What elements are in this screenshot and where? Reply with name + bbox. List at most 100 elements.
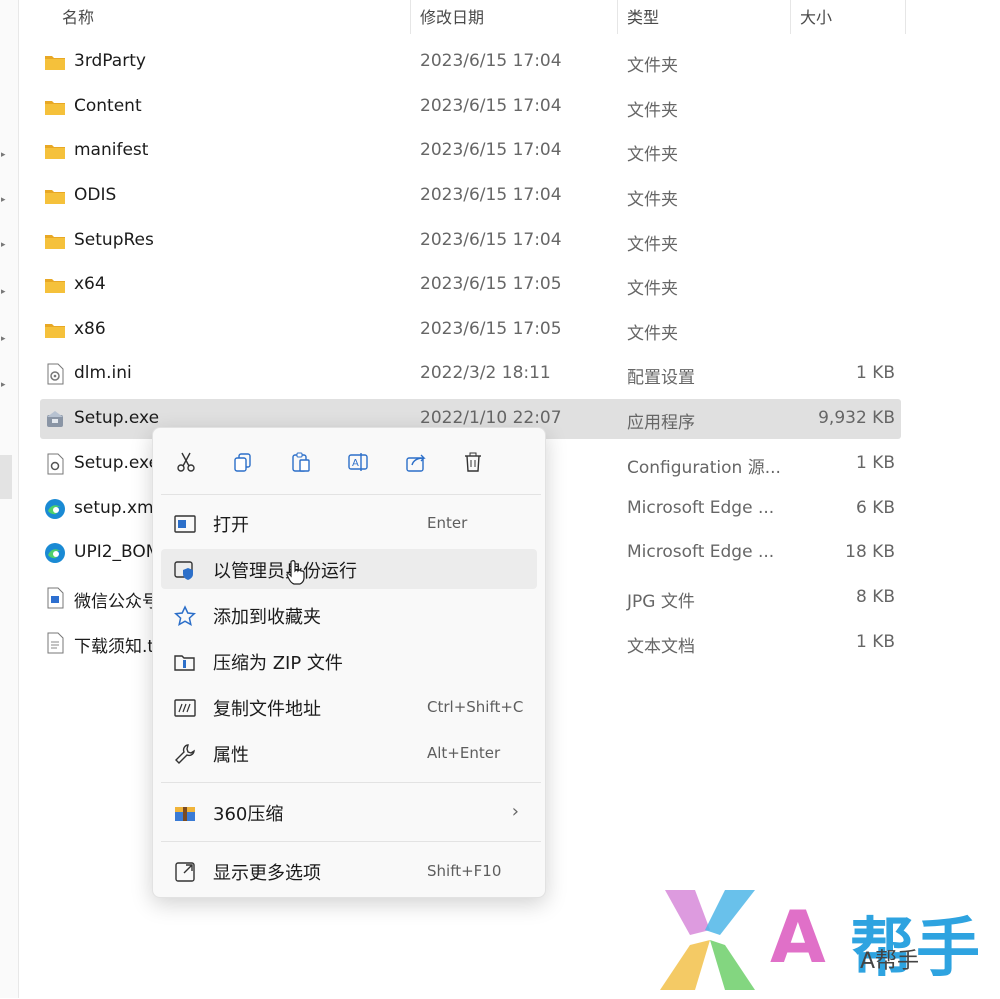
column-size-header[interactable]: 大小 bbox=[800, 4, 832, 32]
menu-item-shortcut: Enter bbox=[427, 514, 468, 532]
file-date: 2023/6/15 17:04 bbox=[420, 140, 562, 160]
menu-item-label: 属性 bbox=[213, 745, 249, 766]
pin-icon[interactable]: ▸ bbox=[1, 195, 11, 205]
column-separator[interactable] bbox=[905, 0, 906, 34]
menu-item-label: 复制文件地址 bbox=[213, 699, 321, 720]
file-name: x86 bbox=[74, 319, 106, 339]
column-header: 名称 修改日期 类型 大小 bbox=[18, 0, 1000, 34]
file-date: 2023/6/15 17:04 bbox=[420, 51, 562, 71]
file-type: 文件夹 bbox=[627, 190, 678, 210]
file-date: 2023/6/15 17:04 bbox=[420, 96, 562, 116]
star-icon bbox=[174, 605, 196, 626]
file-row[interactable]: x86 2023/6/15 17:05 文件夹 bbox=[40, 310, 901, 350]
file-name: dlm.ini bbox=[74, 363, 132, 383]
context-menu: A 打开 Enter 以管理员身份运行 添加到收藏夹 压缩为 ZIP 文件 复制… bbox=[152, 427, 546, 898]
file-type: Microsoft Edge ... bbox=[627, 542, 775, 562]
menu-item-360-compress[interactable]: 360压缩 › bbox=[161, 792, 537, 832]
cut-button[interactable] bbox=[168, 444, 204, 480]
delete-button[interactable] bbox=[455, 444, 491, 480]
file-row[interactable]: SetupRes 2023/6/15 17:04 文件夹 bbox=[40, 221, 901, 261]
file-type: Microsoft Edge ... bbox=[627, 498, 775, 518]
file-size: 6 KB bbox=[855, 498, 895, 518]
pin-icon[interactable]: ▸ bbox=[1, 240, 11, 250]
file-date: 2023/6/15 17:04 bbox=[420, 185, 562, 205]
file-name: Setup.exe bbox=[74, 408, 160, 428]
file-name: 微信公众号 bbox=[74, 592, 159, 612]
column-date-header[interactable]: 修改日期 bbox=[420, 4, 484, 32]
file-size: 1 KB bbox=[855, 363, 895, 383]
file-size: 1 KB bbox=[855, 632, 895, 652]
menu-item-copy-path[interactable]: 复制文件地址 Ctrl+Shift+C bbox=[161, 687, 537, 727]
pin-icon[interactable]: ▸ bbox=[1, 380, 11, 390]
copy-button[interactable] bbox=[225, 444, 261, 480]
file-name: manifest bbox=[74, 140, 149, 160]
cut-icon bbox=[177, 452, 195, 472]
file-row[interactable]: Content 2023/6/15 17:04 文件夹 bbox=[40, 87, 901, 127]
share-button[interactable] bbox=[398, 444, 434, 480]
folder-icon bbox=[45, 145, 65, 159]
folder-icon bbox=[45, 101, 65, 115]
folder-icon bbox=[45, 279, 65, 293]
column-name-header[interactable]: 名称 bbox=[62, 4, 94, 32]
nav-selection bbox=[0, 455, 12, 499]
file-row[interactable]: dlm.ini 2022/3/2 18:11 配置设置 1 KB bbox=[40, 354, 901, 394]
menu-item-label: 压缩为 ZIP 文件 bbox=[213, 653, 343, 674]
file-date: 2022/3/2 18:11 bbox=[420, 363, 551, 383]
watermark-logo: A 帮手 A帮手 bbox=[655, 885, 1000, 995]
watermark-subtitle: A帮手 bbox=[860, 949, 920, 974]
file-name: 下载须知.t bbox=[74, 637, 155, 657]
menu-item-open[interactable]: 打开 Enter bbox=[161, 503, 537, 543]
file-row[interactable]: ODIS 2023/6/15 17:04 文件夹 bbox=[40, 176, 901, 216]
rename-button[interactable]: A bbox=[340, 444, 376, 480]
menu-item-add-favorites[interactable]: 添加到收藏夹 bbox=[161, 595, 537, 635]
admin-shield-icon bbox=[174, 561, 193, 580]
edge-icon bbox=[45, 499, 65, 519]
more-options-icon bbox=[175, 862, 195, 882]
chevron-right-icon: › bbox=[511, 801, 519, 822]
menu-item-shortcut: Alt+Enter bbox=[427, 744, 501, 762]
file-type: 文件夹 bbox=[627, 145, 678, 165]
menu-item-show-more-options[interactable]: 显示更多选项 Shift+F10 bbox=[161, 851, 537, 891]
folder-icon bbox=[45, 235, 65, 249]
file-size: 8 KB bbox=[855, 587, 895, 607]
menu-item-label: 360压缩 bbox=[213, 804, 284, 825]
file-row[interactable]: 3rdParty 2023/6/15 17:04 文件夹 bbox=[40, 42, 901, 82]
column-type-header[interactable]: 类型 bbox=[627, 4, 659, 32]
menu-item-compress-zip[interactable]: 压缩为 ZIP 文件 bbox=[161, 641, 537, 681]
menu-item-shortcut: Ctrl+Shift+C bbox=[427, 698, 524, 716]
svg-text:A: A bbox=[352, 458, 359, 469]
column-separator[interactable] bbox=[790, 0, 791, 34]
file-name: Content bbox=[74, 96, 142, 116]
zip-icon bbox=[174, 655, 195, 671]
copy-path-icon bbox=[174, 699, 196, 717]
file-type: 文件夹 bbox=[627, 324, 678, 344]
text-file-icon bbox=[47, 632, 64, 654]
file-date: 2022/1/10 22:07 bbox=[420, 408, 562, 428]
menu-item-run-as-admin[interactable]: 以管理员身份运行 bbox=[161, 549, 537, 589]
file-type: 文件夹 bbox=[627, 101, 678, 121]
paste-button[interactable] bbox=[283, 444, 319, 480]
menu-item-properties[interactable]: 属性 Alt+Enter bbox=[161, 733, 537, 773]
file-row[interactable]: manifest 2023/6/15 17:04 文件夹 bbox=[40, 131, 901, 171]
file-date: 2023/6/15 17:05 bbox=[420, 274, 562, 294]
file-name: 3rdParty bbox=[74, 51, 146, 71]
file-name: x64 bbox=[74, 274, 106, 294]
menu-divider bbox=[161, 782, 541, 783]
pin-icon[interactable]: ▸ bbox=[1, 334, 11, 344]
column-separator[interactable] bbox=[617, 0, 618, 34]
file-type: 应用程序 bbox=[627, 413, 695, 433]
pin-icon[interactable]: ▸ bbox=[1, 287, 11, 297]
file-row[interactable]: x64 2023/6/15 17:05 文件夹 bbox=[40, 265, 901, 305]
pin-icon[interactable]: ▸ bbox=[1, 150, 11, 160]
file-type: 文件夹 bbox=[627, 279, 678, 299]
edge-icon bbox=[45, 543, 65, 563]
column-separator[interactable] bbox=[410, 0, 411, 34]
settings-file-icon bbox=[47, 363, 64, 385]
quick-actions-bar: A bbox=[153, 444, 545, 480]
file-size: 1 KB bbox=[855, 453, 895, 473]
file-name: UPI2_BOM bbox=[74, 542, 161, 562]
file-type: 文本文档 bbox=[627, 637, 695, 657]
x-logo-icon bbox=[660, 890, 755, 990]
setup-exe-icon bbox=[47, 411, 63, 427]
file-type: Configuration 源... bbox=[627, 458, 781, 478]
